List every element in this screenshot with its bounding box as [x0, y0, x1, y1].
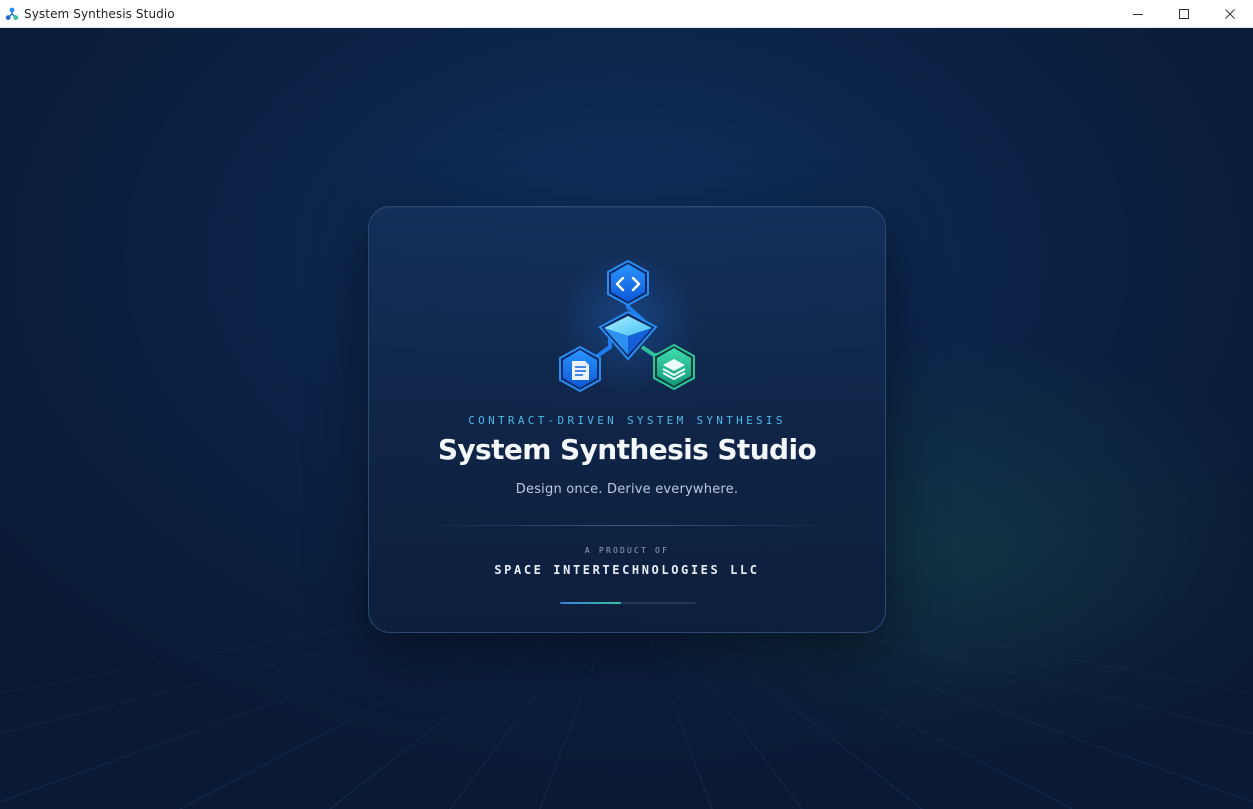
app-window: System Synthesis Studio CONTRACT-DRIVEN …	[0, 0, 1253, 809]
loading-progress-fill	[560, 602, 622, 604]
maximize-button[interactable]	[1161, 0, 1207, 28]
close-icon	[1225, 9, 1235, 19]
document-icon	[559, 345, 601, 393]
title-bar[interactable]: System Synthesis Studio	[0, 0, 1253, 28]
splash-card: CONTRACT-DRIVEN SYSTEM SYNTHESIS System …	[368, 206, 886, 633]
layers-stack-icon	[653, 343, 695, 391]
window-controls	[1115, 0, 1253, 28]
app-logo	[559, 259, 695, 393]
subtitle: Design once. Derive everywhere.	[515, 482, 739, 497]
close-button[interactable]	[1207, 0, 1253, 28]
loading-progress-bar	[560, 602, 696, 604]
molecule-icon	[4, 6, 20, 22]
window-title: System Synthesis Studio	[24, 6, 175, 21]
minimize-icon	[1133, 14, 1143, 15]
splash-background: CONTRACT-DRIVEN SYSTEM SYNTHESIS System …	[0, 28, 1253, 809]
code-brackets-icon	[607, 259, 649, 307]
company-name: SPACE INTERTECHNOLOGIES LLC	[494, 563, 760, 577]
divider	[415, 525, 841, 526]
maximize-icon	[1179, 9, 1189, 19]
app-name-heading: System Synthesis Studio	[437, 433, 817, 466]
minimize-button[interactable]	[1115, 0, 1161, 28]
product-of-label: A PRODUCT OF	[584, 546, 670, 555]
tagline: CONTRACT-DRIVEN SYSTEM SYNTHESIS	[468, 414, 786, 427]
